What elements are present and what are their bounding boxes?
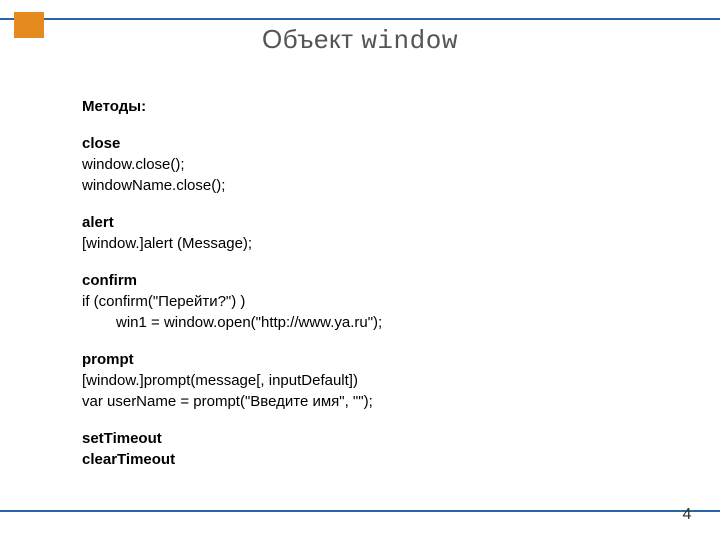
slide-title: Объект window	[0, 24, 720, 56]
bottom-rule	[0, 510, 720, 512]
title-text: Объект	[262, 24, 361, 54]
alert-line-1: [window.]alert (Message);	[82, 233, 642, 254]
top-rule	[0, 18, 720, 20]
slide-content: Методы: close window.close(); windowName…	[82, 96, 642, 470]
close-line-1: window.close();	[82, 154, 642, 175]
prompt-heading: prompt	[82, 349, 642, 370]
slide: Объект window Методы: close window.close…	[0, 0, 720, 540]
page-number: 4	[672, 506, 702, 524]
confirm-heading: confirm	[82, 270, 642, 291]
confirm-line-2: win1 = window.open("http://www.ya.ru");	[82, 312, 642, 333]
confirm-line-1: if (confirm("Перейти?") )	[82, 291, 642, 312]
page-number-box: 4	[672, 494, 702, 530]
prompt-line-2: var userName = prompt("Введите имя", "")…	[82, 391, 642, 412]
close-line-2: windowName.close();	[82, 175, 642, 196]
prompt-line-1: [window.]prompt(message[, inputDefault])	[82, 370, 642, 391]
methods-heading: Методы:	[82, 96, 642, 117]
close-heading: close	[82, 133, 642, 154]
alert-heading: alert	[82, 212, 642, 233]
title-code: window	[361, 26, 458, 56]
settimeout-heading: setTimeout	[82, 428, 642, 449]
cleartimeout-heading: clearTimeout	[82, 449, 642, 470]
